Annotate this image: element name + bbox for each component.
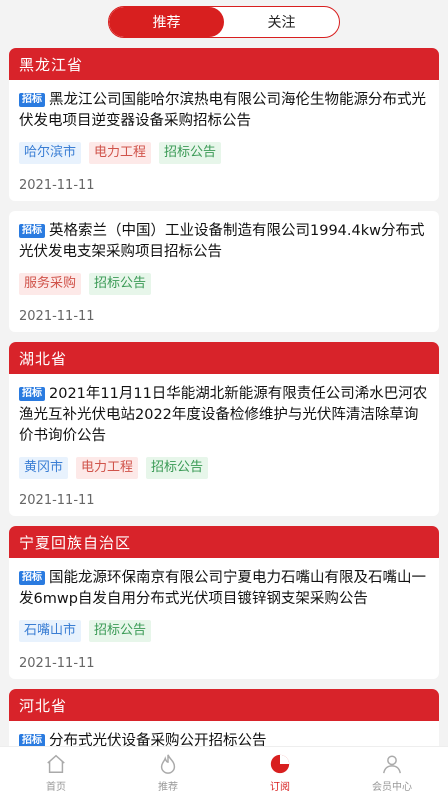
tender-card[interactable]: 招标 黑龙江公司国能哈尔滨热电有限公司海伦生物能源分布式光伏发电项目逆变器设备采购… (9, 80, 439, 201)
publish-date: 2021-11-11 (19, 493, 95, 508)
home-icon (45, 753, 67, 778)
tender-badge: 招标 (19, 734, 45, 746)
tender-badge: 招标 (19, 387, 45, 401)
province-group: 宁夏回族自治区招标 国能龙源环保南京有限公司宁夏电力石嘴山有限及石嘴山一发6mwp… (9, 526, 439, 679)
pie-icon (269, 753, 291, 778)
tab-recommend[interactable]: 推荐 (109, 7, 224, 37)
tender-title[interactable]: 招标 分布式光伏设备采购公开招标公告 (19, 731, 429, 746)
tag: 招标公告 (89, 273, 152, 295)
province-header: 宁夏回族自治区 (9, 526, 439, 558)
tender-card[interactable]: 招标 国能龙源环保南京有限公司宁夏电力石嘴山有限及石嘴山一发6mwp自发自用分布式… (9, 558, 439, 679)
tab-follow[interactable]: 关注 (224, 7, 339, 37)
tab-pie[interactable]: 订阅 (224, 747, 336, 798)
publish-date: 2021-11-11 (19, 178, 95, 193)
tag: 石嘴山市 (19, 620, 82, 642)
tag-list: 黄冈市 电力工程 招标公告 (19, 457, 429, 479)
feed-list[interactable]: 黑龙江省招标 黑龙江公司国能哈尔滨热电有限公司海伦生物能源分布式光伏发电项目逆变器… (0, 44, 448, 746)
tag-list: 哈尔滨市 电力工程 招标公告 (19, 142, 429, 164)
tab-label: 首页 (46, 781, 66, 793)
publish-date: 2021-11-11 (19, 309, 95, 324)
province-group: 湖北省招标 2021年11月11日华能湖北新能源有限责任公司浠水巴河农渔光互补光伏… (9, 342, 439, 516)
tab-home[interactable]: 首页 (0, 747, 112, 798)
tender-card[interactable]: 招标 英格索兰（中国）工业设备制造有限公司1994.4kw分布式光伏发电支架采购项… (9, 211, 439, 332)
tab-user[interactable]: 会员中心 (336, 747, 448, 798)
tag: 电力工程 (89, 142, 152, 164)
bottom-tab-bar: 首页 推荐 订阅 会员中心 (0, 746, 448, 798)
tag-list: 石嘴山市 招标公告 (19, 620, 429, 642)
tag-list: 服务采购 招标公告 (19, 273, 429, 295)
tender-badge: 招标 (19, 224, 45, 238)
tender-title[interactable]: 招标 黑龙江公司国能哈尔滨热电有限公司海伦生物能源分布式光伏发电项目逆变器设备采购… (19, 90, 429, 132)
tender-title[interactable]: 招标 国能龙源环保南京有限公司宁夏电力石嘴山有限及石嘴山一发6mwp自发自用分布式… (19, 568, 429, 610)
tag: 招标公告 (89, 620, 152, 642)
tag: 电力工程 (76, 457, 139, 479)
publish-date: 2021-11-11 (19, 656, 95, 671)
province-header: 湖北省 (9, 342, 439, 374)
tab-label: 会员中心 (372, 781, 412, 793)
flame-icon (157, 753, 179, 778)
tab-label: 推荐 (158, 781, 178, 793)
tender-card[interactable]: 招标分布式光伏设备采购公开招标公告邯郸市服务采购招标公告2021-11-11 (9, 721, 439, 746)
tab-label: 订阅 (270, 781, 290, 793)
tender-badge: 招标 (19, 93, 45, 107)
tender-title[interactable]: 招标 英格索兰（中国）工业设备制造有限公司1994.4kw分布式光伏发电支架采购项… (19, 221, 429, 263)
user-icon (381, 753, 403, 778)
province-group: 河北省招标分布式光伏设备采购公开招标公告邯郸市服务采购招标公告2021-11-1… (9, 689, 439, 746)
tag: 招标公告 (146, 457, 209, 479)
province-header: 河北省 (9, 689, 439, 721)
top-bar: 推荐 关注 (0, 0, 448, 44)
tender-card[interactable]: 招标 2021年11月11日华能湖北新能源有限责任公司浠水巴河农渔光互补光伏电站2… (9, 374, 439, 516)
tag: 哈尔滨市 (19, 142, 82, 164)
tag: 服务采购 (19, 273, 82, 295)
tender-title[interactable]: 招标 2021年11月11日华能湖北新能源有限责任公司浠水巴河农渔光互补光伏电站2… (19, 384, 429, 447)
tag: 黄冈市 (19, 457, 69, 479)
segmented-control: 推荐 关注 (108, 6, 340, 38)
tab-flame[interactable]: 推荐 (112, 747, 224, 798)
province-group: 黑龙江省招标 黑龙江公司国能哈尔滨热电有限公司海伦生物能源分布式光伏发电项目逆变器… (9, 48, 439, 332)
tender-badge: 招标 (19, 571, 45, 585)
tag: 招标公告 (159, 142, 222, 164)
province-header: 黑龙江省 (9, 48, 439, 80)
